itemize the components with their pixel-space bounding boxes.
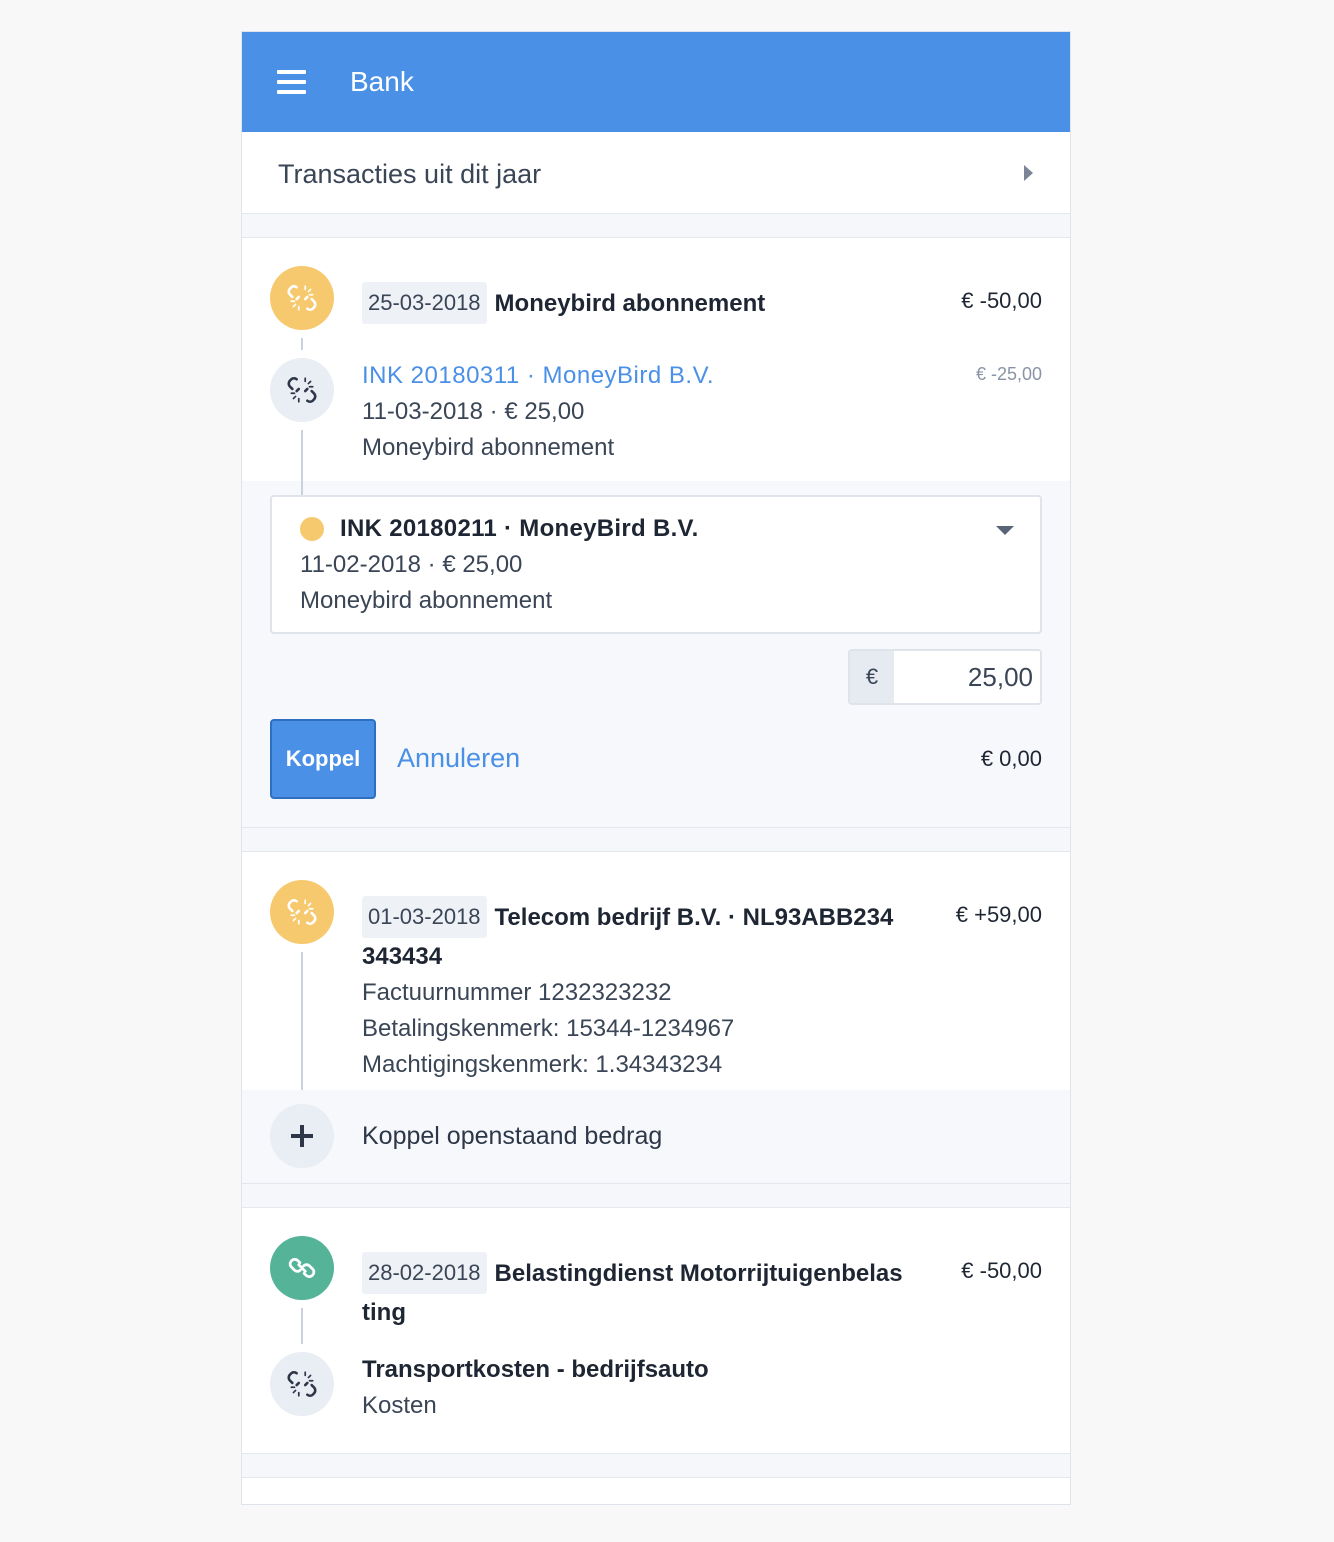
invoice-select-title: INK 20180211 · MoneyBird B.V. bbox=[340, 515, 699, 542]
transaction-date: 25-03-2018 bbox=[362, 282, 487, 324]
linked-invoice-link[interactable]: INK 20180311 · MoneyBird B.V. bbox=[362, 358, 714, 394]
broken-link-icon bbox=[270, 880, 334, 944]
divider bbox=[242, 213, 1070, 238]
broken-link-icon bbox=[270, 358, 334, 422]
transaction-date: 01-03-2018 bbox=[362, 896, 487, 938]
broken-link-icon bbox=[270, 1352, 334, 1416]
invoice-select-meta: 11-02-2018 · € 25,00 bbox=[300, 551, 523, 578]
timeline-line bbox=[301, 481, 303, 495]
invoice-select[interactable]: INK 20180211 · MoneyBird B.V. 11-02-2018… bbox=[270, 495, 1042, 634]
app-title: Bank bbox=[350, 66, 414, 97]
linked-invoice: INK 20180311 · MoneyBird B.V. 11-03-2018… bbox=[362, 358, 714, 466]
transaction-title: Moneybird abonnement bbox=[494, 290, 766, 317]
transaction-detail: Machtigingskenmerk: 1.34343234 bbox=[362, 1051, 723, 1078]
link-icon bbox=[270, 1236, 334, 1300]
broken-link-icon bbox=[270, 266, 334, 330]
linked-category-title: Transportkosten - bedrijfsauto bbox=[362, 1356, 709, 1383]
transaction-detail: Betalingskenmerk: 15344-1234967 bbox=[362, 1015, 735, 1042]
chevron-right-icon bbox=[1024, 165, 1033, 181]
linked-category: Transportkosten - bedrijfsauto Kosten bbox=[362, 1352, 709, 1424]
menu-icon[interactable] bbox=[277, 70, 307, 94]
koppel-button[interactable]: Koppel bbox=[270, 719, 376, 799]
link-outstanding-label[interactable]: Koppel openstaand bedrag bbox=[362, 1118, 662, 1154]
status-dot bbox=[300, 517, 324, 541]
cancel-button[interactable]: Annuleren bbox=[397, 743, 520, 774]
remaining-amount: € 0,00 bbox=[980, 746, 1042, 771]
transaction-amount: € -50,00 bbox=[961, 1258, 1042, 1283]
app-bar: Bank bbox=[242, 32, 1070, 132]
divider bbox=[242, 1183, 1070, 1208]
timeline-line bbox=[301, 430, 303, 481]
link-panel: INK 20180211 · MoneyBird B.V. 11-02-2018… bbox=[242, 481, 1070, 827]
transaction-amount: € +59,00 bbox=[955, 902, 1042, 927]
transaction-card[interactable]: 25-03-2018 Moneybird abonnement € -50,00 … bbox=[242, 238, 1070, 481]
link-outstanding-row[interactable]: Koppel openstaand bedrag bbox=[242, 1090, 1070, 1183]
transaction-date: 28-02-2018 bbox=[362, 1252, 487, 1294]
linked-invoice-amount: € -25,00 bbox=[975, 364, 1042, 384]
transaction-title-cont: ting bbox=[362, 1299, 406, 1326]
period-label: Transacties uit dit jaar bbox=[278, 159, 542, 189]
timeline-line bbox=[301, 338, 303, 350]
transaction-title: Belastingdienst Motorrijtuigenbelas bbox=[494, 1260, 903, 1287]
transaction-amount: € -50,00 bbox=[961, 288, 1042, 313]
linked-invoice-description: Moneybird abonnement bbox=[362, 434, 615, 461]
period-selector[interactable]: Transacties uit dit jaar bbox=[242, 132, 1070, 213]
transaction-header: 25-03-2018 Moneybird abonnement bbox=[362, 282, 765, 324]
mobile-screen: Bank Transacties uit dit jaar 25-03-2018… bbox=[241, 31, 1071, 1505]
linked-category-subtitle: Kosten bbox=[362, 1392, 437, 1419]
invoice-select-description: Moneybird abonnement bbox=[300, 587, 553, 614]
transaction-detail: Factuurnummer 1232323232 bbox=[362, 979, 672, 1006]
transaction-card-partial bbox=[242, 1478, 1070, 1504]
transaction-title-cont: 343434 bbox=[362, 943, 443, 970]
divider bbox=[242, 827, 1070, 852]
transaction-card[interactable]: 28-02-2018 Belastingdienst Motorrijtuigen… bbox=[242, 1208, 1070, 1453]
transaction-header: 28-02-2018 Belastingdienst Motorrijtuigen… bbox=[362, 1252, 932, 1331]
divider bbox=[242, 1453, 1070, 1478]
linked-invoice-meta: 11-03-2018 · € 25,00 bbox=[362, 398, 585, 425]
amount-input[interactable] bbox=[894, 651, 1040, 703]
transaction-title: Telecom bedrijf B.V. · NL93ABB234 bbox=[494, 904, 894, 931]
transaction-card[interactable]: 01-03-2018 Telecom bedrijf B.V. · NL93ABB… bbox=[242, 852, 1070, 1090]
timeline-line bbox=[301, 952, 303, 1090]
currency-label: € bbox=[850, 651, 894, 703]
chevron-down-icon bbox=[996, 526, 1014, 535]
transaction-header: 01-03-2018 Telecom bedrijf B.V. · NL93ABB… bbox=[362, 896, 922, 1083]
plus-icon[interactable] bbox=[270, 1104, 334, 1168]
timeline-line bbox=[301, 1308, 303, 1344]
amount-field[interactable]: € bbox=[848, 649, 1042, 705]
